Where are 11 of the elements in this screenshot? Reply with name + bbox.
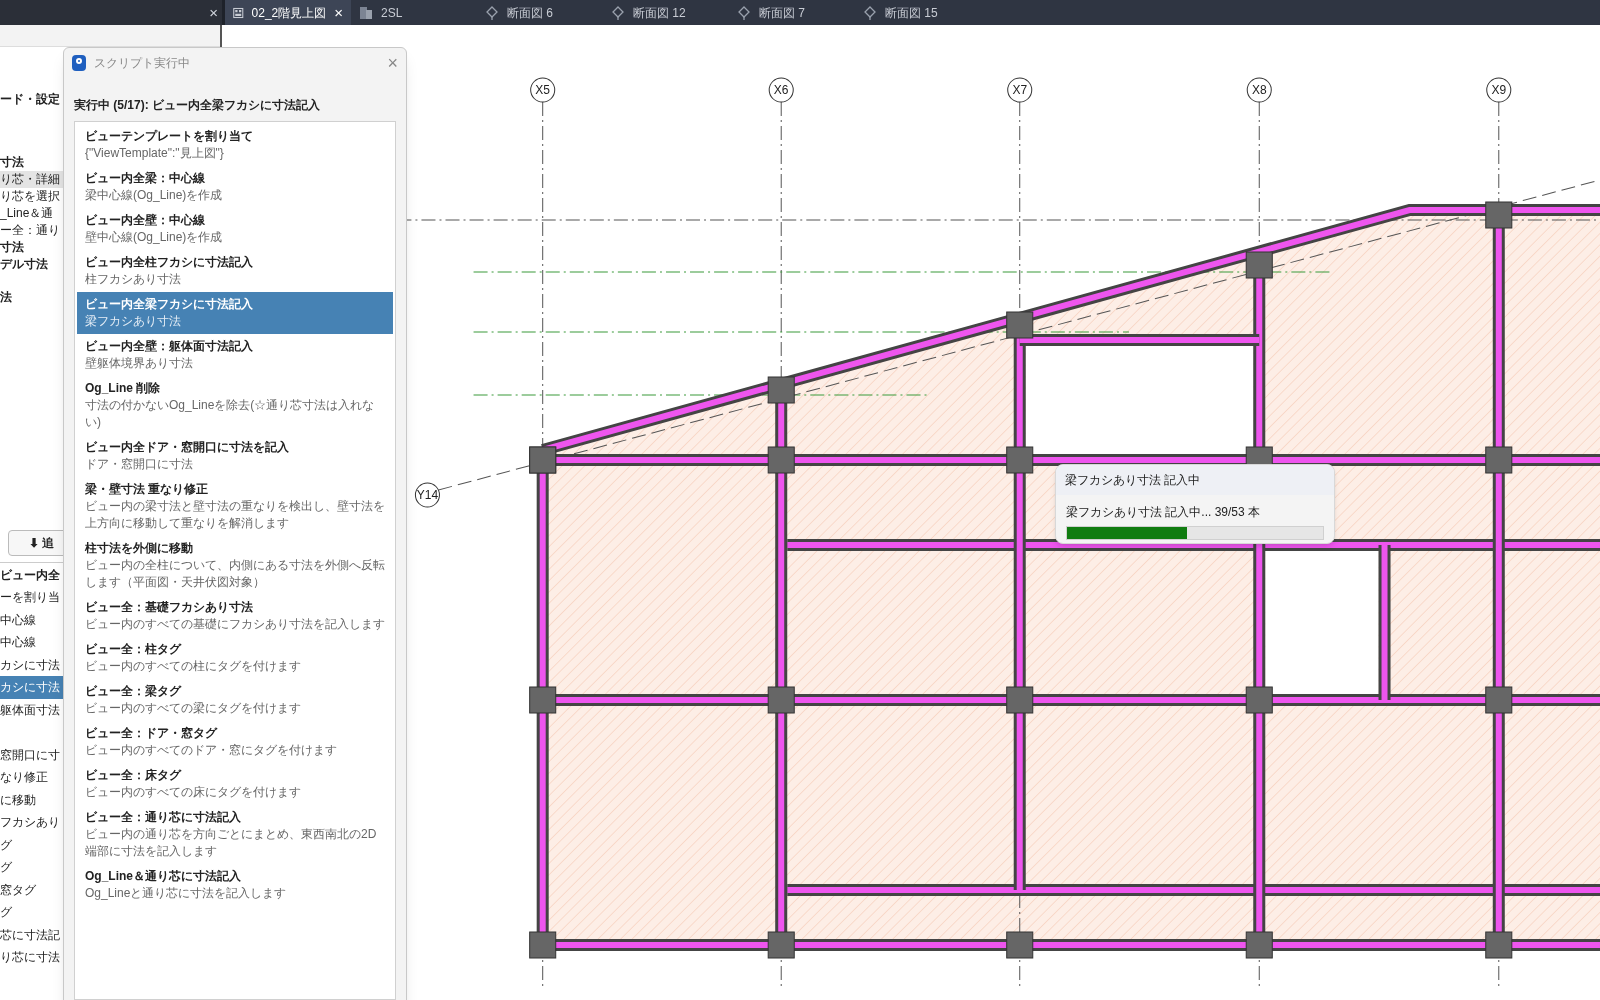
grid-label: X5 [535, 83, 551, 97]
dialog-title: スクリプト実行中 [94, 55, 190, 72]
grid-label: X9 [1491, 83, 1507, 97]
grid-label: X7 [1012, 83, 1028, 97]
popup-title: 梁フカシあり寸法 記入中 [1065, 472, 1201, 489]
grid-label: X6 [773, 83, 789, 97]
grid-label: Y14 [416, 488, 439, 502]
grid-label: X8 [1251, 83, 1267, 97]
status-text: 実行中 (5/17): ビュー内全梁フカシに寸法記入 [73, 97, 321, 114]
progress-message: 梁フカシあり寸法 記入中... 39/53 本 [1066, 504, 1262, 521]
list-header: ビュー内全 [0, 567, 60, 584]
